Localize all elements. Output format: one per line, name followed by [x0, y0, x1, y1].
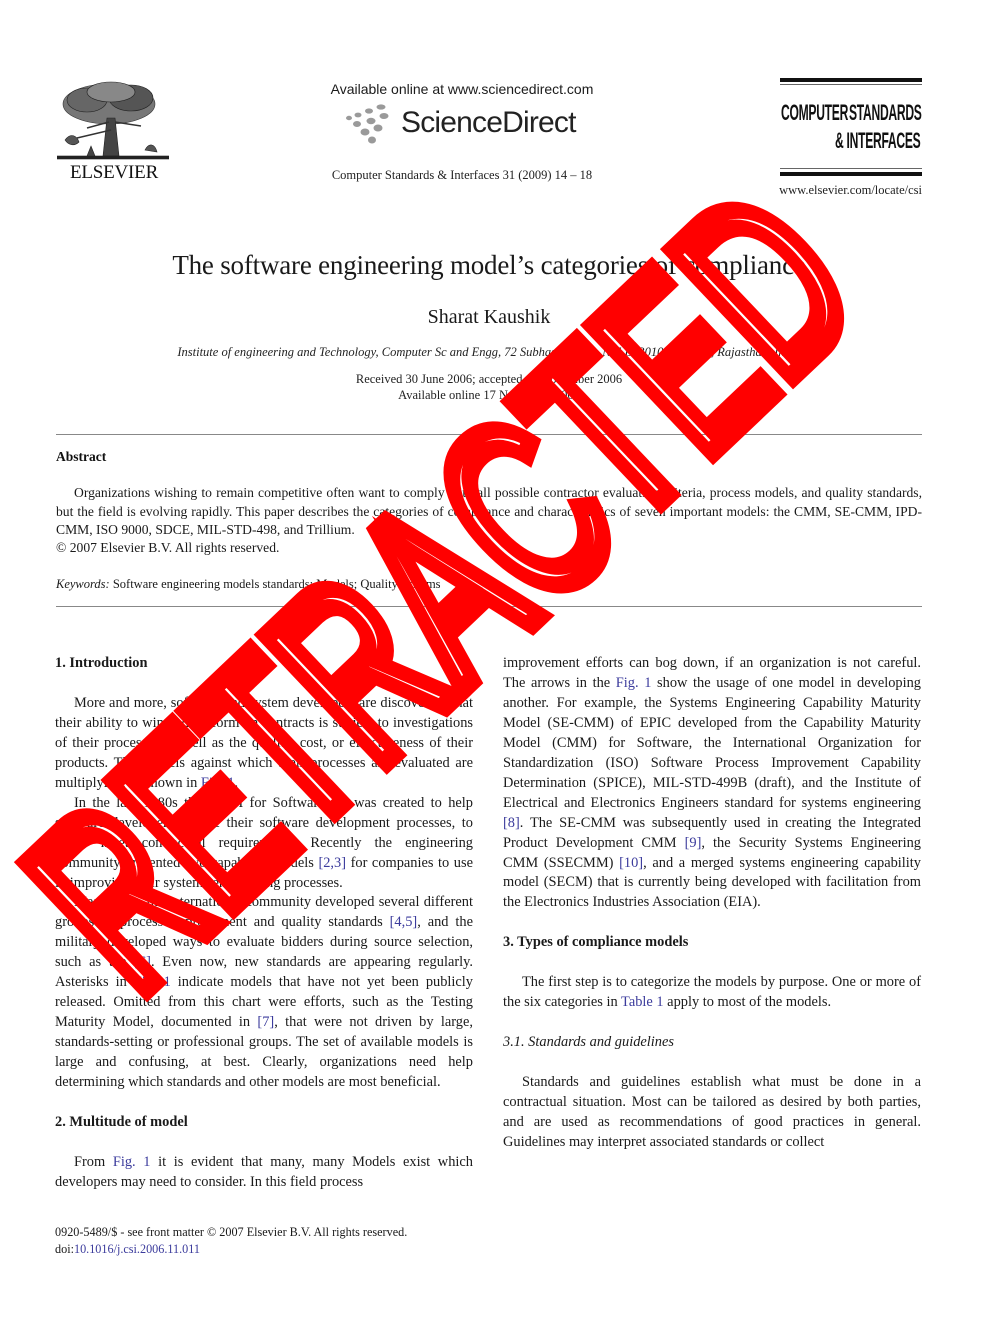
journal-url[interactable]: www.elsevier.com/locate/csi — [740, 183, 922, 198]
elsevier-wordmark: ELSEVIER — [69, 162, 159, 183]
keywords-list: Software engineering models standards; M… — [112, 577, 441, 591]
paragraph: More and more, software and system devel… — [55, 694, 473, 794]
paragraph: The first step is to categorize the mode… — [503, 973, 921, 1013]
logo-rule — [780, 172, 922, 176]
citation-link[interactable]: [10] — [619, 855, 643, 871]
author-affiliation: Institute of engineering and Technology,… — [177, 345, 801, 359]
citation-link[interactable]: [8] — [503, 815, 520, 831]
logo-rule — [780, 168, 922, 169]
table-link[interactable]: Table 1 — [621, 994, 664, 1010]
doi-line: doi:10.1016/j.csi.2006.11.011 — [55, 1241, 407, 1258]
figure-link[interactable]: Fig. 1 — [113, 1154, 151, 1170]
paragraph-text: show the usage of one model in developin… — [503, 674, 921, 811]
citation-link[interactable]: [4,5] — [390, 914, 418, 930]
elsevier-logo: ELSEVIER — [55, 80, 173, 184]
sciencedirect-dots-icon — [346, 104, 389, 144]
doi-label: doi: — [55, 1241, 74, 1256]
paper-title: The software engineering model’s categor… — [172, 250, 806, 280]
figure-link[interactable]: Fig. 1 — [201, 775, 235, 791]
paragraph-text: . — [234, 774, 239, 791]
abstract-text: Organizations wishing to remain competit… — [56, 485, 922, 538]
paragraph-text: In the late 1980s the CMM for Software — [74, 794, 331, 811]
section-heading-introduction: 1. Introduction — [55, 655, 148, 671]
logo-word-interfaces: & INTERFACES — [835, 128, 921, 153]
paragraph: Meanwhile, the international community d… — [55, 893, 473, 1093]
sciencedirect-logo[interactable]: ScienceDirect — [345, 102, 585, 146]
divider — [56, 606, 922, 607]
logo-word-standards: STANDARDS — [849, 100, 922, 125]
paragraph-text: More and more, software and system devel… — [55, 694, 473, 791]
author-name: Sharat Kaushik — [427, 306, 551, 328]
citation-link[interactable]: [7] — [257, 1014, 274, 1030]
paragraph: From Fig. 1 it is evident that many, man… — [55, 1153, 473, 1193]
abstract-body: Organizations wishing to remain competit… — [56, 484, 922, 540]
divider — [56, 434, 922, 435]
issn-line: 0920-5489/$ - see front matter © 2007 El… — [55, 1225, 408, 1239]
logo-rule — [780, 84, 922, 85]
doi-link[interactable]: 10.1016/j.csi.2006.11.011 — [74, 1242, 200, 1256]
figure-link[interactable]: Fig. 1 — [616, 675, 652, 691]
right-column: improvement efforts can bog down, if an … — [503, 654, 921, 1153]
section-heading-multitude: 2. Multitude of model — [55, 1114, 188, 1131]
keywords-label: Keywords: — [56, 577, 110, 591]
paragraph: improvement efforts can bog down, if an … — [503, 654, 921, 913]
subsection-heading-standards: 3.1. Standards and guidelines — [503, 1034, 674, 1051]
journal-citation: Computer Standards & Interfaces 31 (2009… — [331, 168, 593, 182]
abstract-heading: Abstract — [56, 449, 107, 464]
available-online-date: Available online 17 November 2007 — [398, 388, 580, 402]
abstract-copyright: © 2007 Elsevier B.V. All rights reserved… — [56, 540, 280, 555]
paragraph: In the late 1980s the CMM for Software [… — [55, 794, 473, 894]
elsevier-tree-icon — [57, 81, 169, 160]
logo-rule — [780, 78, 922, 82]
journal-logo: COMPUTER STANDARDS & INTERFACES — [780, 78, 922, 180]
paragraph-text: apply to most of the models. — [663, 994, 832, 1011]
paragraph: Standards and guidelines establish what … — [503, 1074, 921, 1151]
left-column: 1. Introduction More and more, software … — [55, 654, 473, 1193]
received-date: Received 30 June 2006; accepted 12 Novem… — [355, 372, 623, 386]
citation-link[interactable]: [6] — [134, 954, 151, 970]
section-heading-types: 3. Types of compliance models — [503, 934, 689, 951]
citation-link[interactable]: [2,3] — [318, 855, 346, 871]
keywords: Keywords: Software engineering models st… — [56, 577, 441, 592]
paragraph-text: From — [74, 1153, 113, 1170]
available-online-line[interactable]: Available online at www.sciencedirect.co… — [300, 81, 624, 97]
sciencedirect-wordmark: ScienceDirect — [401, 106, 576, 139]
citation-link[interactable]: [1] — [331, 795, 348, 811]
figure-link[interactable]: Fig. 1 — [134, 974, 171, 990]
logo-word-computer: COMPUTER — [781, 100, 849, 125]
footer-note: 0920-5489/$ - see front matter © 2007 El… — [55, 1224, 407, 1257]
citation-link[interactable]: [9] — [685, 835, 702, 851]
